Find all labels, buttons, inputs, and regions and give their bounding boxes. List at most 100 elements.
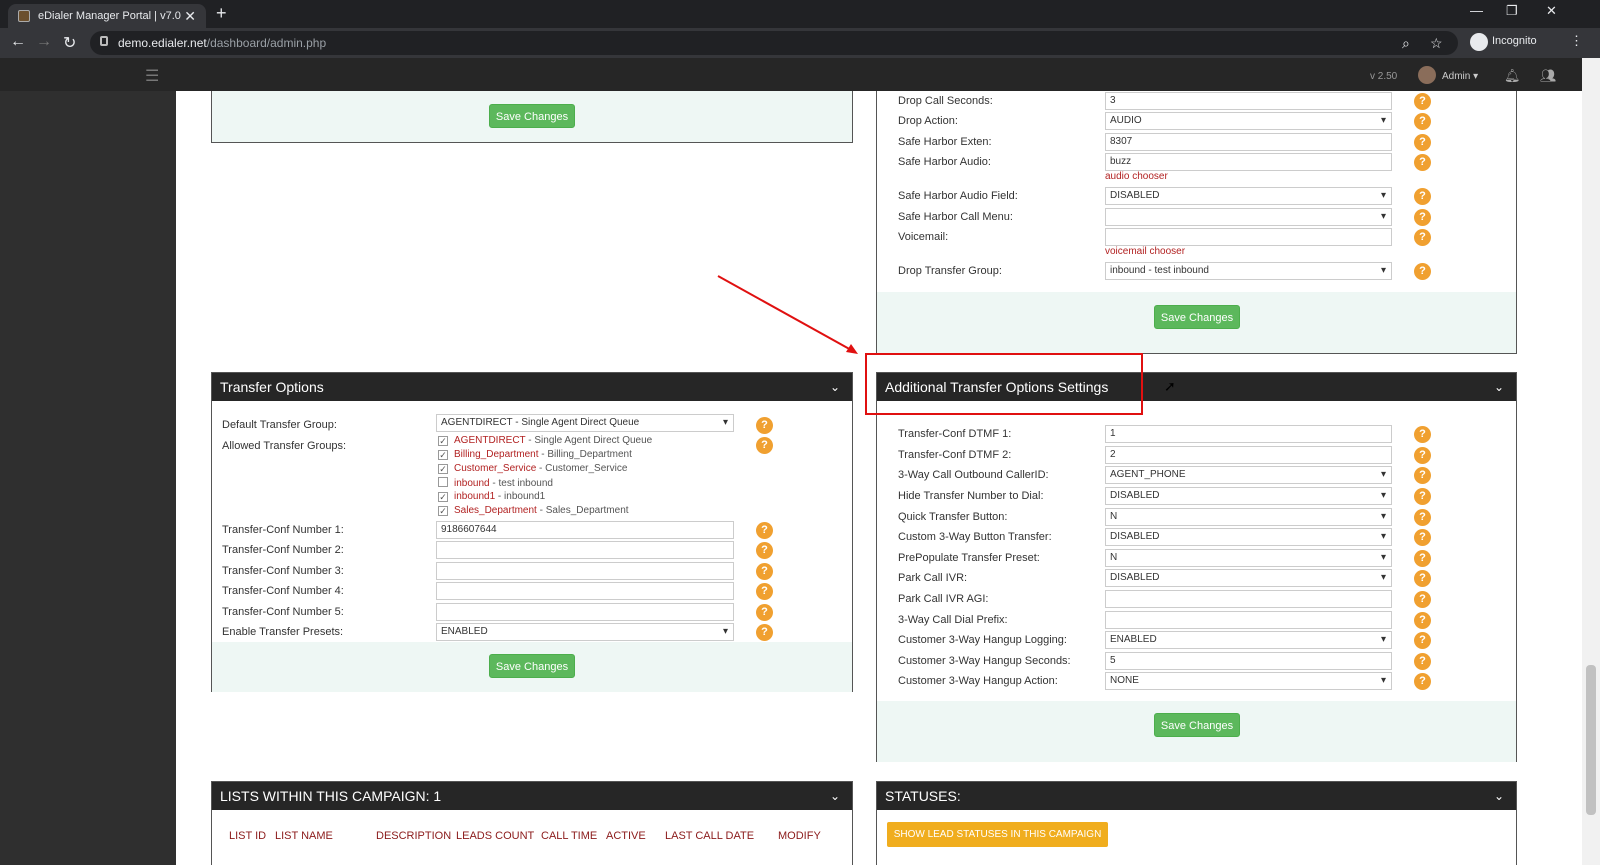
help-icon[interactable]: ? — [756, 604, 773, 621]
address-bar[interactable]: demo.edialer.net/dashboard/admin.php ⌕ ☆ — [90, 31, 1458, 55]
input-field[interactable]: 9186607644 — [436, 521, 734, 539]
checkbox[interactable] — [438, 477, 448, 487]
help-icon[interactable]: ? — [1414, 113, 1431, 130]
checkbox[interactable]: ✓ — [438, 450, 448, 460]
select-field[interactable]: N — [1105, 508, 1392, 526]
save-button[interactable]: Save Changes — [489, 654, 575, 678]
select-field[interactable]: DISABLED — [1105, 187, 1392, 205]
help-icon[interactable]: ? — [1414, 134, 1431, 151]
input-field[interactable] — [1105, 590, 1392, 608]
checkbox[interactable]: ✓ — [438, 436, 448, 446]
checkbox-item[interactable]: ✓ AGENTDIRECT - Single Agent Direct Queue — [438, 435, 652, 446]
menu-toggle-icon[interactable]: ☰ — [145, 66, 159, 86]
select-field[interactable]: ENABLED — [436, 623, 734, 641]
avatar[interactable] — [1418, 66, 1436, 84]
help-icon[interactable]: ? — [1414, 509, 1431, 526]
input-field[interactable] — [1105, 228, 1392, 246]
zoom-icon[interactable]: ⌕ — [1402, 35, 1410, 52]
checkbox-item[interactable]: ✓ Sales_Department - Sales_Department — [438, 505, 629, 516]
help-icon[interactable]: ? — [756, 522, 773, 539]
tab-close-icon[interactable]: ✕ — [184, 4, 196, 28]
select-field[interactable]: inbound - test inbound — [1105, 262, 1392, 280]
help-icon[interactable]: ? — [1414, 447, 1431, 464]
users-icon[interactable]: 👥︎ — [1540, 68, 1557, 84]
input-field[interactable]: 5 — [1105, 652, 1392, 670]
minimize-icon[interactable]: — — [1470, 3, 1483, 18]
help-icon[interactable]: ? — [1414, 188, 1431, 205]
select-field[interactable]: DISABLED — [1105, 487, 1392, 505]
help-icon[interactable]: ? — [1414, 591, 1431, 608]
restore-icon[interactable]: ❐ — [1506, 3, 1518, 19]
select-field[interactable]: NONE — [1105, 672, 1392, 690]
input-field[interactable] — [436, 541, 734, 559]
scrollbar-thumb[interactable] — [1586, 665, 1596, 815]
save-button[interactable]: Save Changes — [1154, 305, 1240, 329]
audio-chooser-link[interactable]: audio chooser — [1105, 171, 1168, 182]
help-icon[interactable]: ? — [1414, 426, 1431, 443]
help-icon[interactable]: ? — [1414, 229, 1431, 246]
help-icon[interactable]: ? — [756, 437, 773, 454]
column-header[interactable]: LIST ID — [229, 830, 266, 842]
user-menu[interactable]: Admin ▾ — [1442, 71, 1478, 82]
bookmark-star-icon[interactable]: ☆ — [1430, 35, 1443, 52]
input-field[interactable] — [436, 562, 734, 580]
checkbox[interactable]: ✓ — [438, 464, 448, 474]
help-icon[interactable]: ? — [1414, 612, 1431, 629]
checkbox[interactable]: ✓ — [438, 492, 448, 502]
new-tab-icon[interactable]: + — [216, 3, 227, 24]
checkbox-item[interactable]: ✓ Billing_Department - Billing_Department — [438, 449, 632, 460]
input-field[interactable] — [436, 582, 734, 600]
chevron-down-icon[interactable]: ⌄ — [1494, 782, 1504, 810]
show-lead-statuses-button[interactable]: SHOW LEAD STATUSES IN THIS CAMPAIGN — [887, 822, 1108, 847]
notification-bell-icon[interactable]: 🔔︎ — [1504, 68, 1521, 84]
default-transfer-group-select[interactable]: AGENTDIRECT - Single Agent Direct Queue — [436, 414, 734, 432]
help-icon[interactable]: ? — [1414, 93, 1431, 110]
save-button[interactable]: Save Changes — [1154, 713, 1240, 737]
input-field[interactable] — [436, 603, 734, 621]
chevron-down-icon[interactable]: ⌄ — [1494, 373, 1504, 401]
help-icon[interactable]: ? — [1414, 209, 1431, 226]
incognito-label[interactable]: Incognito — [1492, 35, 1537, 47]
browser-tab[interactable]: eDialer Manager Portal | v7.0 ✕ — [8, 4, 206, 28]
column-header[interactable]: ACTIVE — [606, 830, 646, 842]
help-icon[interactable]: ? — [1414, 529, 1431, 546]
help-icon[interactable]: ? — [1414, 550, 1431, 567]
help-icon[interactable]: ? — [756, 563, 773, 580]
column-header[interactable]: CALL TIME — [541, 830, 597, 842]
select-field[interactable]: DISABLED — [1105, 569, 1392, 587]
select-field[interactable]: AGENT_PHONE — [1105, 466, 1392, 484]
help-icon[interactable]: ? — [1414, 467, 1431, 484]
help-icon[interactable]: ? — [1414, 488, 1431, 505]
chevron-down-icon[interactable]: ⌄ — [830, 373, 840, 401]
select-field[interactable]: ENABLED — [1105, 631, 1392, 649]
url-text[interactable]: demo.edialer.net/dashboard/admin.php — [118, 36, 326, 50]
chevron-down-icon[interactable]: ⌄ — [830, 782, 840, 810]
window-close-icon[interactable]: ✕ — [1546, 3, 1557, 19]
help-icon[interactable]: ? — [1414, 154, 1431, 171]
select-field[interactable]: N — [1105, 549, 1392, 567]
help-icon[interactable]: ? — [756, 542, 773, 559]
select-field[interactable] — [1105, 208, 1392, 226]
select-field[interactable]: AUDIO — [1105, 112, 1392, 130]
back-icon[interactable]: ← — [10, 33, 26, 51]
column-header[interactable]: LAST CALL DATE — [665, 830, 754, 842]
incognito-icon[interactable] — [1470, 33, 1488, 51]
save-button[interactable]: Save Changes — [489, 104, 575, 128]
panel-header[interactable]: LISTS WITHIN THIS CAMPAIGN: 1 ⌄ — [212, 782, 852, 810]
panel-header[interactable]: Transfer Options ⌄ — [212, 373, 852, 401]
panel-header[interactable]: STATUSES: ⌄ — [877, 782, 1516, 810]
select-field[interactable]: DISABLED — [1105, 528, 1392, 546]
column-header[interactable]: MODIFY — [778, 830, 821, 842]
checkbox-item[interactable]: inbound - test inbound — [438, 477, 553, 489]
column-header[interactable]: LIST NAME — [275, 830, 333, 842]
checkbox-item[interactable]: ✓ Customer_Service - Customer_Service — [438, 463, 627, 474]
help-icon[interactable]: ? — [1414, 632, 1431, 649]
help-icon[interactable]: ? — [1414, 653, 1431, 670]
input-field[interactable]: 1 — [1105, 425, 1392, 443]
help-icon[interactable]: ? — [756, 583, 773, 600]
help-icon[interactable]: ? — [1414, 263, 1431, 280]
input-field[interactable]: 8307 — [1105, 133, 1392, 151]
help-icon[interactable]: ? — [1414, 673, 1431, 690]
column-header[interactable]: DESCRIPTION — [376, 830, 451, 842]
reload-icon[interactable]: ↻ — [63, 33, 76, 53]
